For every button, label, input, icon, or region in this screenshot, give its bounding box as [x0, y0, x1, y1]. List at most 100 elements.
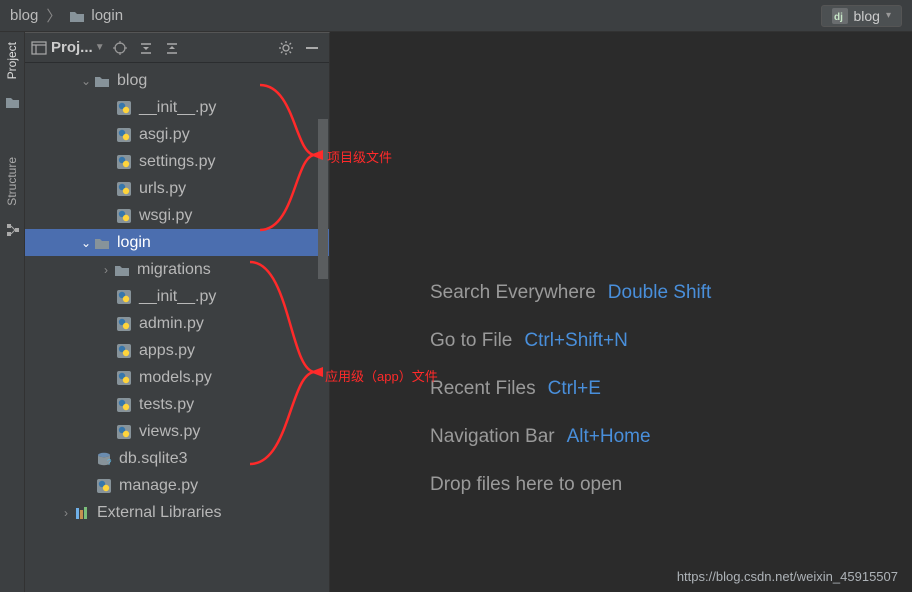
- tree-file-db[interactable]: db.sqlite3: [25, 445, 329, 472]
- hint-goto-file: Go to File Ctrl+Shift+N: [430, 330, 711, 352]
- breadcrumb-child[interactable]: login: [91, 7, 123, 24]
- tree-file-login-init[interactable]: __init__.py: [25, 283, 329, 310]
- hint-shortcut: Double Shift: [608, 282, 712, 304]
- editor-area[interactable]: Search Everywhere Double Shift Go to Fil…: [330, 32, 912, 592]
- python-file-icon: [115, 127, 133, 143]
- hint-drop-files: Drop files here to open: [430, 474, 711, 496]
- tree-label: tests.py: [139, 396, 194, 414]
- tree-label: External Libraries: [97, 504, 222, 522]
- breadcrumb-bar: blog 〉 login blog ▾: [0, 0, 912, 32]
- tree-label: __init__.py: [139, 288, 216, 306]
- hint-label: Recent Files: [430, 378, 536, 400]
- chevron-right-icon[interactable]: ›: [59, 506, 73, 520]
- tree-label: blog: [117, 72, 147, 90]
- hint-shortcut: Ctrl+E: [548, 378, 601, 400]
- folder-icon: [113, 262, 131, 278]
- tree-file-tests[interactable]: tests.py: [25, 391, 329, 418]
- tree-label: views.py: [139, 423, 200, 441]
- hint-search-everywhere: Search Everywhere Double Shift: [430, 282, 711, 304]
- hint-label: Go to File: [430, 330, 512, 352]
- python-file-icon: [115, 316, 133, 332]
- tree-file-models[interactable]: models.py: [25, 364, 329, 391]
- tree-file-init[interactable]: __init__.py: [25, 94, 329, 121]
- hide-panel-button[interactable]: [301, 37, 323, 59]
- tree-label: manage.py: [119, 477, 198, 495]
- tree-file-asgi[interactable]: asgi.py: [25, 121, 329, 148]
- tree-label: apps.py: [139, 342, 195, 360]
- django-icon: [832, 8, 848, 24]
- structure-tab-label: Structure: [5, 157, 19, 206]
- tree-file-admin[interactable]: admin.py: [25, 310, 329, 337]
- tree-label: settings.py: [139, 153, 215, 171]
- watermark: https://blog.csdn.net/weixin_45915507: [677, 569, 898, 584]
- collapse-all-button[interactable]: [161, 37, 183, 59]
- tree-file-settings[interactable]: settings.py: [25, 148, 329, 175]
- project-view-selector[interactable]: Proj...▼: [31, 39, 105, 56]
- tree-file-manage[interactable]: manage.py: [25, 472, 329, 499]
- python-file-icon: [115, 424, 133, 440]
- python-file-icon: [115, 289, 133, 305]
- folder-icon: [93, 73, 111, 89]
- libraries-icon: [73, 505, 91, 521]
- tree-file-apps[interactable]: apps.py: [25, 337, 329, 364]
- chevron-down-icon[interactable]: ⌄: [79, 236, 93, 250]
- breadcrumb-root[interactable]: blog: [10, 7, 38, 24]
- project-panel-title: Proj...: [51, 39, 93, 56]
- tree-file-wsgi[interactable]: wsgi.py: [25, 202, 329, 229]
- database-icon: [95, 451, 113, 467]
- tree-external-libraries[interactable]: › External Libraries: [25, 499, 329, 526]
- project-tool-tab[interactable]: Project: [3, 38, 21, 83]
- chevron-right-icon[interactable]: ›: [99, 263, 113, 277]
- python-file-icon: [115, 100, 133, 116]
- hint-shortcut: Ctrl+Shift+N: [524, 330, 627, 352]
- python-file-icon: [95, 478, 113, 494]
- tree-label: migrations: [137, 261, 211, 279]
- welcome-hints: Search Everywhere Double Shift Go to Fil…: [430, 282, 711, 496]
- breadcrumb[interactable]: blog 〉 login: [10, 5, 123, 26]
- python-file-icon: [115, 154, 133, 170]
- python-file-icon: [115, 181, 133, 197]
- hint-label: Navigation Bar: [430, 426, 555, 448]
- run-configuration-selector[interactable]: blog ▾: [821, 5, 903, 27]
- tree-label: wsgi.py: [139, 207, 192, 225]
- breadcrumb-separator-icon: 〉: [46, 5, 61, 26]
- structure-icon: [5, 222, 19, 236]
- python-file-icon: [115, 370, 133, 386]
- panel-settings-button[interactable]: [275, 37, 297, 59]
- window-icon: [31, 40, 47, 56]
- structure-tool-tab[interactable]: Structure: [3, 153, 21, 210]
- tree-label: asgi.py: [139, 126, 190, 144]
- tree-label: login: [117, 234, 151, 252]
- run-config-label: blog: [854, 8, 880, 24]
- tree-folder-login[interactable]: ⌄ login: [25, 229, 329, 256]
- project-tab-label: Project: [5, 42, 19, 79]
- tree-label: __init__.py: [139, 99, 216, 117]
- python-file-icon: [115, 343, 133, 359]
- locate-file-button[interactable]: [109, 37, 131, 59]
- tree-label: db.sqlite3: [119, 450, 188, 468]
- folder-icon: [5, 95, 19, 109]
- tree-file-views[interactable]: views.py: [25, 418, 329, 445]
- folder-icon: [69, 9, 85, 23]
- scrollbar-thumb[interactable]: [318, 119, 328, 279]
- expand-all-button[interactable]: [135, 37, 157, 59]
- project-panel: Proj...▼ ⌄ blog __init__.py asgi.py sett…: [25, 32, 330, 592]
- chevron-down-icon[interactable]: ⌄: [79, 74, 93, 88]
- tree-label: urls.py: [139, 180, 186, 198]
- tree-label: admin.py: [139, 315, 204, 333]
- chevron-down-icon: ▼: [95, 42, 105, 53]
- python-file-icon: [115, 397, 133, 413]
- hint-label: Search Everywhere: [430, 282, 596, 304]
- tree-folder-migrations[interactable]: › migrations: [25, 256, 329, 283]
- chevron-down-icon: ▾: [886, 10, 891, 21]
- tool-window-strip: Project Structure: [0, 32, 25, 592]
- tree-file-urls[interactable]: urls.py: [25, 175, 329, 202]
- project-panel-header: Proj...▼: [25, 33, 329, 63]
- folder-icon: [93, 235, 111, 251]
- hint-navigation-bar: Navigation Bar Alt+Home: [430, 426, 711, 448]
- hint-shortcut: Alt+Home: [567, 426, 651, 448]
- hint-label: Drop files here to open: [430, 474, 622, 496]
- tree-folder-blog[interactable]: ⌄ blog: [25, 67, 329, 94]
- project-tree[interactable]: ⌄ blog __init__.py asgi.py settings.py u…: [25, 63, 329, 592]
- hint-recent-files: Recent Files Ctrl+E: [430, 378, 711, 400]
